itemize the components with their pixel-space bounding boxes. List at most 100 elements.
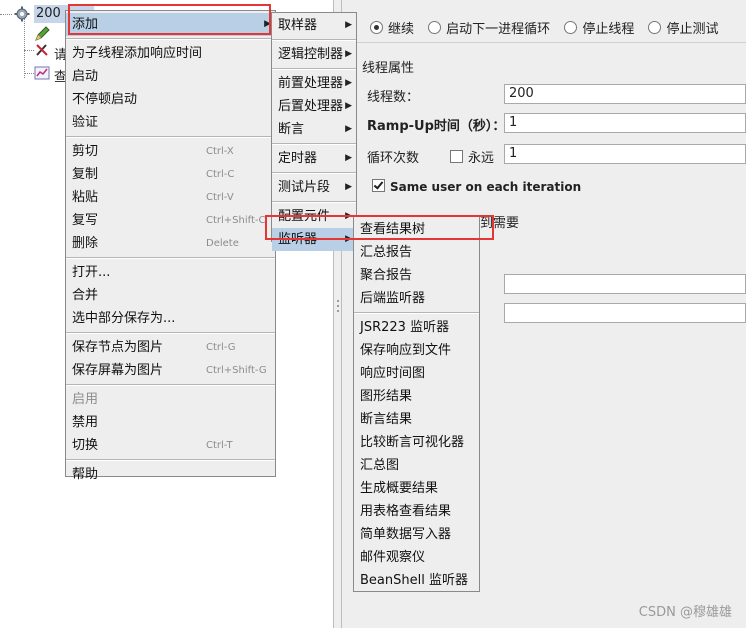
submenu-arrow-icon: ▶	[264, 19, 271, 29]
listener-menu-item[interactable]: 用表格查看结果	[354, 500, 479, 523]
submenu-arrow-icon: ▶	[345, 234, 352, 244]
context-menu-item[interactable]: 粘贴 Ctrl-V	[66, 186, 275, 209]
splitter-grip	[337, 305, 339, 307]
add-menu-item-label: 定时器	[278, 151, 318, 166]
loop-count-input[interactable]: 1	[504, 144, 746, 164]
context-menu-item-label: 帮助	[72, 467, 99, 482]
listener-menu-item[interactable]: 比较断言可视化器	[354, 431, 479, 454]
splitter-grip	[337, 300, 339, 302]
submenu-arrow-icon: ▶	[345, 101, 352, 111]
context-menu-item[interactable]: 不停顿启动	[66, 88, 275, 111]
context-menu-item[interactable]: 帮助	[66, 463, 275, 486]
section-divider	[352, 42, 746, 43]
thread-group-label[interactable]: 200	[36, 6, 61, 21]
context-menu-item-label: 剪切	[72, 144, 99, 159]
radio-icon	[564, 21, 578, 34]
add-menu-item-label: 断言	[278, 122, 305, 137]
checkbox-checked-icon	[372, 179, 385, 192]
listener-menu-item[interactable]: 断言结果	[354, 408, 479, 431]
listener-menu-item[interactable]: 生成概要结果	[354, 477, 479, 500]
listener-menu-item[interactable]: 后端监听器	[354, 287, 479, 310]
shortcut-hint: Ctrl-V	[206, 192, 234, 203]
listener-menu-item[interactable]: 汇总报告	[354, 241, 479, 264]
listener-menu-item[interactable]: 图形结果	[354, 385, 479, 408]
context-menu-item[interactable]: 保存屏幕为图片 Ctrl+Shift-G	[66, 359, 275, 382]
listener-menu-item[interactable]: 保存响应到文件	[354, 339, 479, 362]
context-menu-item[interactable]: 启用	[66, 388, 275, 411]
forever-checkbox[interactable]: 永远	[450, 147, 494, 166]
listener-menu-item-label: 生成概要结果	[360, 481, 439, 496]
add-menu-item[interactable]: 配置元件 ▶	[272, 205, 356, 228]
context-menu-item[interactable]: 选中部分保存为...	[66, 307, 275, 330]
shortcut-hint: Ctrl+Shift-G	[206, 365, 267, 376]
tree-connector	[24, 18, 25, 78]
menu-separator	[272, 172, 356, 174]
context-menu-item[interactable]: 删除 Delete	[66, 232, 275, 255]
menu-separator	[354, 312, 479, 314]
listener-menu-item[interactable]: 查看结果树	[354, 218, 479, 241]
context-menu-item[interactable]: 合并	[66, 284, 275, 307]
listener-menu-item[interactable]: 汇总图	[354, 454, 479, 477]
context-menu-item[interactable]: 剪切 Ctrl-X	[66, 140, 275, 163]
context-menu-item[interactable]: 添加 ▶	[66, 13, 275, 36]
context-menu-item-label: 粘贴	[72, 190, 99, 205]
menu-separator	[272, 68, 356, 70]
add-menu-item[interactable]: 监听器 ▶	[272, 228, 356, 251]
same-user-checkbox[interactable]: Same user on each iteration	[372, 179, 581, 194]
radio-stop-thread[interactable]: 停止线程	[564, 21, 634, 37]
tree-connector	[24, 50, 34, 51]
context-menu-item-label: 禁用	[72, 415, 99, 430]
radio-continue[interactable]: 继续	[370, 21, 414, 37]
radio-selected-icon	[370, 21, 383, 34]
add-menu-item[interactable]: 定时器 ▶	[272, 147, 356, 170]
listener-menu-item[interactable]: 简单数据写入器	[354, 523, 479, 546]
thread-properties-title: 线程属性	[362, 61, 415, 76]
context-menu-item[interactable]: 验证	[66, 111, 275, 134]
add-menu-item[interactable]: 断言 ▶	[272, 118, 356, 141]
add-menu-item-label: 后置处理器	[278, 99, 344, 114]
duration-input[interactable]	[504, 274, 746, 294]
radio-start-next-loop[interactable]: 启动下一进程循环	[428, 21, 550, 37]
submenu-arrow-icon: ▶	[345, 153, 352, 163]
add-menu-item[interactable]: 逻辑控制器 ▶	[272, 43, 356, 66]
context-menu-item[interactable]: 复制 Ctrl-C	[66, 163, 275, 186]
add-menu-item[interactable]: 后置处理器 ▶	[272, 95, 356, 118]
sampler-pencil-icon	[35, 26, 50, 41]
radio-stop-test[interactable]: 停止测试	[648, 21, 718, 37]
listener-menu-item[interactable]: 邮件观察仪	[354, 546, 479, 569]
listener-menu-item-label: JSR223 监听器	[360, 320, 450, 335]
shortcut-hint: Ctrl+Shift-C	[206, 215, 266, 226]
context-menu-item[interactable]: 切换 Ctrl-T	[66, 434, 275, 457]
listener-menu-item-label: 聚合报告	[360, 268, 413, 283]
listener-menu-item[interactable]: 聚合报告	[354, 264, 479, 287]
shortcut-hint: Ctrl-X	[206, 146, 234, 157]
startup-delay-input[interactable]	[504, 303, 746, 323]
delay-thread-creation-partial: 到需要	[480, 216, 520, 231]
listener-menu-item-label: 查看结果树	[360, 222, 426, 237]
shortcut-hint: Ctrl-T	[206, 440, 233, 451]
context-menu-item[interactable]: 复写 Ctrl+Shift-C	[66, 209, 275, 232]
context-menu-item[interactable]: 打开...	[66, 261, 275, 284]
context-menu-item[interactable]: 为子线程添加响应时间	[66, 42, 275, 65]
radio-icon	[428, 21, 442, 34]
rampup-input[interactable]: 1	[504, 113, 746, 133]
context-menu-item[interactable]: 启动	[66, 65, 275, 88]
tree-connector	[24, 73, 34, 74]
listener-menu-item[interactable]: 响应时间图	[354, 362, 479, 385]
add-menu-item-label: 取样器	[278, 18, 318, 33]
listener-submenu: 查看结果树汇总报告聚合报告后端监听器 JSR223 监听器保存响应到文件 响应时间图…	[353, 216, 480, 592]
threads-label: 线程数：	[367, 90, 420, 105]
menu-separator	[272, 201, 356, 203]
add-menu-item[interactable]: 取样器 ▶	[272, 14, 356, 37]
add-menu-item[interactable]: 测试片段 ▶	[272, 176, 356, 199]
listener-menu-item[interactable]: BeanShell 监听器	[354, 569, 479, 592]
context-menu-item[interactable]: 禁用	[66, 411, 275, 434]
threads-input[interactable]: 200	[504, 84, 746, 104]
context-menu-item[interactable]: 保存节点为图片 Ctrl-G	[66, 336, 275, 359]
results-tree-icon	[34, 66, 50, 80]
listener-menu-item[interactable]: JSR223 监听器	[354, 316, 479, 339]
add-submenu: 取样器 ▶ 逻辑控制器 ▶ 前置处理器 ▶ 后置处理器 ▶ 断言 ▶ 定时器 ▶ 测试片段 ▶ 配置元件 ▶ 监…	[271, 12, 357, 251]
add-menu-item[interactable]: 前置处理器 ▶	[272, 72, 356, 95]
context-menu-item-label: 合并	[72, 288, 99, 303]
submenu-arrow-icon: ▶	[345, 20, 352, 30]
